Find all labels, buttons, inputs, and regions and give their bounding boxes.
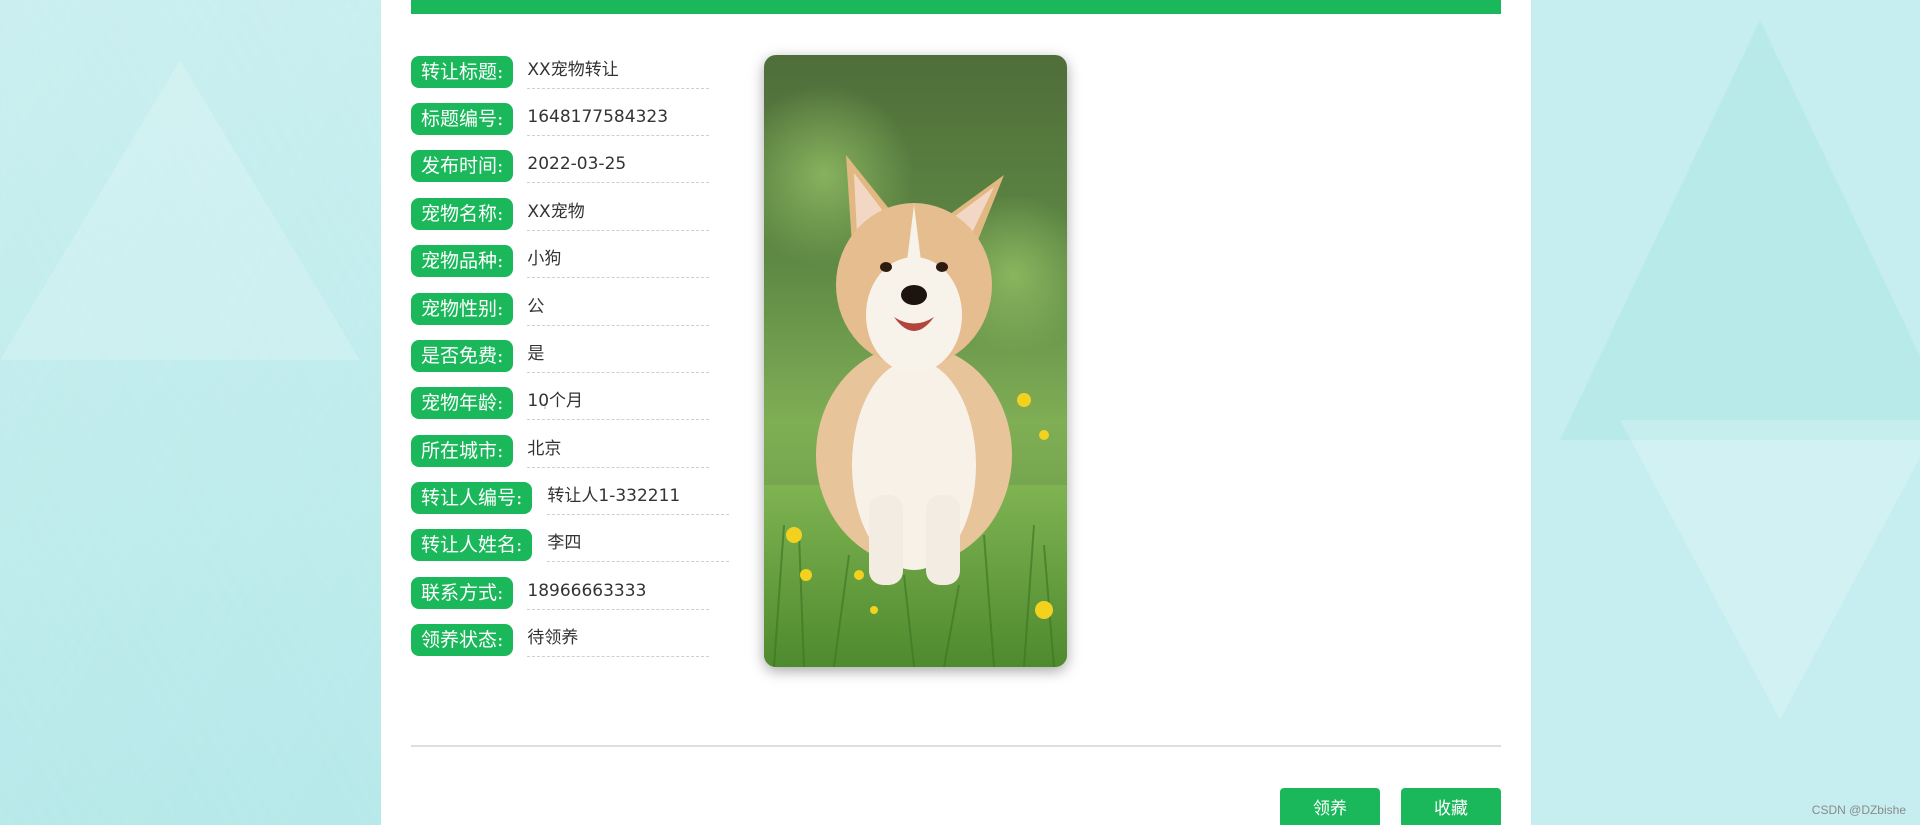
section-divider <box>411 745 1501 747</box>
field-label: 宠物性别: <box>411 293 514 325</box>
field-value: 是 <box>527 339 710 373</box>
field-label: 发布时间: <box>411 150 514 182</box>
field-pet-name: 宠物名称: XX宠物 <box>411 197 710 231</box>
field-value: 18966663333 <box>527 576 710 610</box>
background-decoration <box>1620 420 1920 720</box>
adopt-button[interactable]: 领养 <box>1280 788 1380 825</box>
field-pet-gender: 宠物性别: 公 <box>411 292 710 326</box>
field-value: XX宠物转让 <box>527 55 710 89</box>
field-value: 转让人1-332211 <box>547 481 730 515</box>
field-transferor-id: 转让人编号: 转让人1-332211 <box>411 481 730 515</box>
background-decoration <box>0 60 360 360</box>
field-label: 转让标题: <box>411 56 514 88</box>
field-value: 1648177584323 <box>527 102 710 136</box>
field-value: 小狗 <box>527 244 710 278</box>
field-value: XX宠物 <box>527 197 710 231</box>
header-bar <box>411 0 1501 14</box>
field-is-free: 是否免费: 是 <box>411 339 710 373</box>
field-label: 标题编号: <box>411 103 514 135</box>
field-title: 转让标题: XX宠物转让 <box>411 55 710 89</box>
field-value: 待领养 <box>527 623 710 657</box>
field-value: 北京 <box>527 434 710 468</box>
detail-panel: 转让标题: XX宠物转让 标题编号: 1648177584323 发布时间: 2… <box>381 0 1531 825</box>
watermark: CSDN @DZbishe <box>1811 803 1906 817</box>
favorite-button[interactable]: 收藏 <box>1401 788 1501 825</box>
field-label: 联系方式: <box>411 577 514 609</box>
field-transferor-name: 转让人姓名: 李四 <box>411 528 730 562</box>
field-value: 李四 <box>547 528 730 562</box>
field-publish-time: 发布时间: 2022-03-25 <box>411 149 710 183</box>
pet-photo <box>764 55 1067 667</box>
field-pet-breed: 宠物品种: 小狗 <box>411 244 710 278</box>
field-label: 领养状态: <box>411 624 514 656</box>
field-label: 转让人编号: <box>411 482 533 514</box>
field-label: 宠物名称: <box>411 198 514 230</box>
field-city: 所在城市: 北京 <box>411 434 710 468</box>
background-decoration <box>1560 20 1920 440</box>
corgi-image <box>764 55 1067 667</box>
text-cursor-icon <box>544 403 546 409</box>
field-title-number: 标题编号: 1648177584323 <box>411 102 710 136</box>
field-pet-age: 宠物年龄: 10个月 <box>411 386 710 420</box>
field-value: 公 <box>527 292 710 326</box>
field-label: 宠物年龄: <box>411 387 514 419</box>
field-contact: 联系方式: 18966663333 <box>411 576 710 610</box>
field-label: 转让人姓名: <box>411 529 533 561</box>
field-label: 宠物品种: <box>411 245 514 277</box>
field-value: 10个月 <box>527 386 710 420</box>
field-label: 所在城市: <box>411 435 514 467</box>
field-label: 是否免费: <box>411 340 514 372</box>
field-adoption-status: 领养状态: 待领养 <box>411 623 710 657</box>
field-value: 2022-03-25 <box>527 149 710 183</box>
